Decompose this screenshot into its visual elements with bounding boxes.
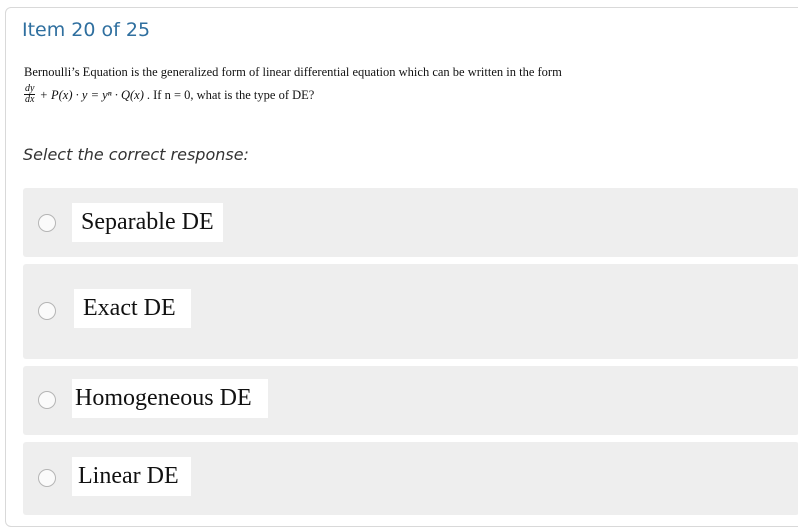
item-counter: Item 20 of 25 (22, 19, 151, 41)
equation: + P(x) · y = yⁿ · Q(x) (39, 87, 144, 102)
option-label: Separable DE (72, 203, 223, 242)
option-label: Homogeneous DE (72, 379, 268, 418)
option-linear-de[interactable]: Linear DE (23, 442, 798, 515)
option-label: Linear DE (72, 457, 191, 496)
option-homogeneous-de[interactable]: Homogeneous DE (23, 366, 798, 435)
radio-button[interactable] (38, 391, 56, 409)
option-exact-de[interactable]: Exact DE (23, 264, 798, 359)
radio-button[interactable] (38, 302, 56, 320)
question-line-1: Bernoulli’s Equation is the generalized … (24, 65, 562, 79)
radio-button[interactable] (38, 214, 56, 232)
option-separable-de[interactable]: Separable DE (23, 188, 798, 257)
radio-button[interactable] (38, 469, 56, 487)
response-prompt: Select the correct response: (23, 145, 249, 164)
question-line-2: dy dx + P(x) · y = yⁿ · Q(x) . If n = 0,… (24, 84, 724, 105)
option-label: Exact DE (74, 289, 191, 328)
question-line-2-text: . If n = 0, what is the type of DE? (146, 87, 315, 102)
fraction-denominator: dx (25, 94, 35, 105)
derivative-fraction: dy dx (24, 84, 36, 105)
question-text: Bernoulli’s Equation is the generalized … (24, 64, 724, 105)
